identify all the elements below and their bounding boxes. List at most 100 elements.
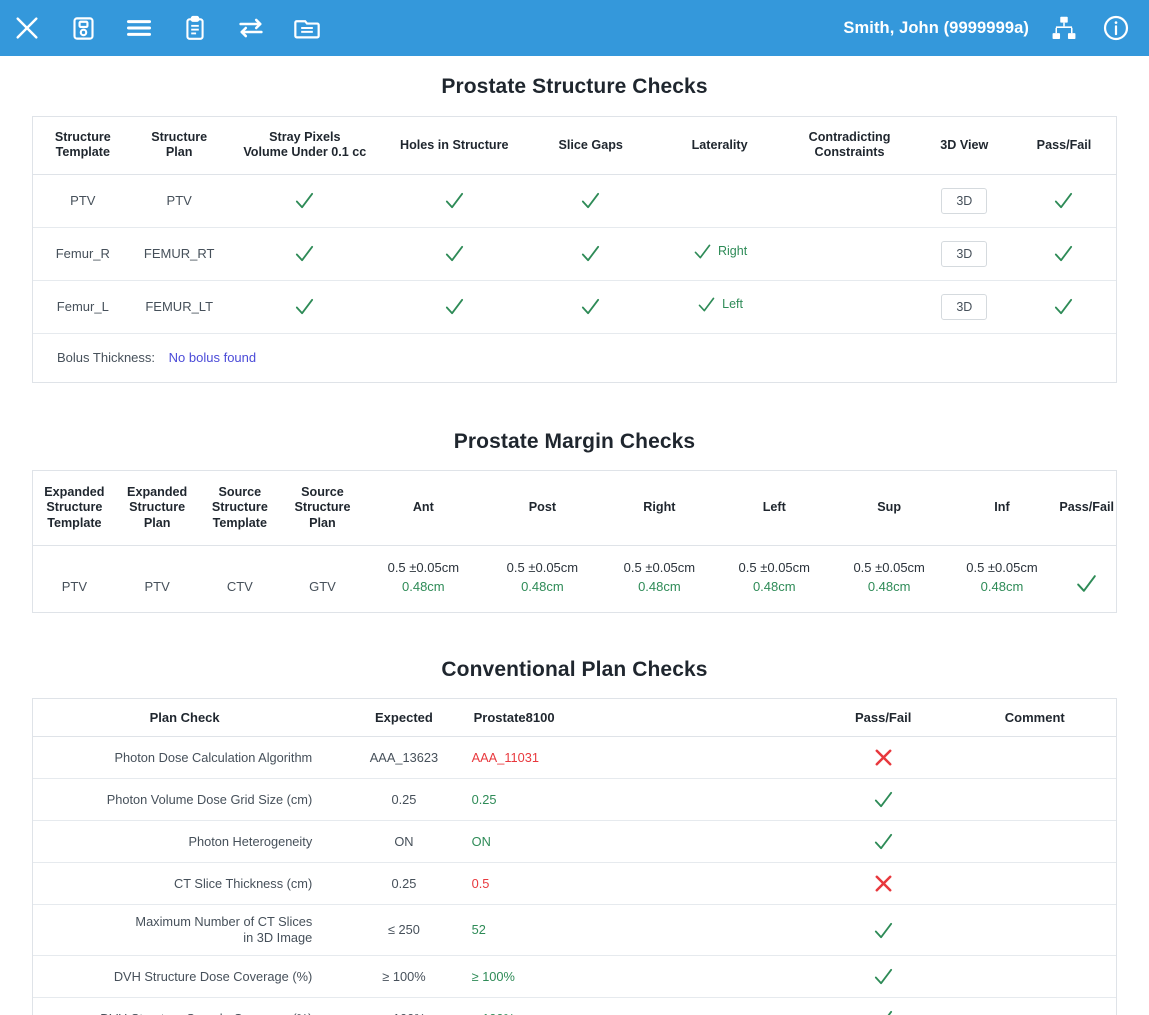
left-actual: 0.48cm [719,579,830,595]
view-3d-button[interactable]: 3D [941,294,987,320]
table-row: Photon Volume Dose Grid Size (cm) 0.25 0… [33,779,1116,821]
cell-expected: 0.25 [336,779,471,821]
right-actual: 0.48cm [604,579,715,595]
cell-comment [954,863,1116,905]
cell-contradicting [782,174,916,227]
cell-actual-value: ≥ 100% [472,956,813,998]
cell-3d-view[interactable]: 3D [917,174,1012,227]
pass-check-icon [872,965,895,988]
col-contradicting-constraints: ContradictingConstraints [782,117,916,174]
margin-checks-title: Prostate Margin Checks [0,430,1149,454]
network-icon[interactable] [1047,11,1081,45]
cell-source-template: CTV [199,546,282,612]
cell-plan-pass-fail [813,863,954,905]
col-structure-template: StructureTemplate [33,117,133,174]
col-pass-fail: Pass/Fail [1012,117,1116,174]
cell-actual-value: 0.5 [472,863,813,905]
pass-check-icon [872,919,895,942]
pass-check-icon [872,788,895,811]
cell-actual-value: 52 [472,905,813,956]
top-toolbar: Smith, John (9999999a) [0,0,1149,56]
close-icon[interactable] [10,11,44,45]
pass-check-icon [1052,189,1075,212]
table-row: Maximum Number of CT Slicesin 3D Image ≤… [33,905,1116,956]
ant-expected: 0.5 ±0.05cm [366,560,481,576]
col-inf: Inf [947,471,1058,546]
cell-plan-pass-fail [813,998,954,1015]
info-icon[interactable] [1099,11,1133,45]
table-row: CT Slice Thickness (cm) 0.25 0.5 [33,863,1116,905]
plan-checks-table: Plan Check Expected Prostate8100 Pass/Fa… [32,698,1117,1015]
margin-table-body: PTV PTV CTV GTV 0.5 ±0.05cm 0.48cm 0.5 ±… [33,546,1116,612]
view-3d-button[interactable]: 3D [941,241,987,267]
cell-left: 0.5 ±0.05cm 0.48cm [717,546,832,612]
cell-plan-pass-fail [813,956,954,998]
pass-check-icon [579,242,602,265]
table-row: Photon Dose Calculation Algorithm AAA_13… [33,737,1116,779]
ant-actual: 0.48cm [366,579,481,595]
cell-3d-view[interactable]: 3D [917,227,1012,280]
col-post: Post [483,471,602,546]
cell-actual-value: ≥ 100% [472,998,813,1015]
cell-slice-gaps [525,280,657,333]
col-source-structure-plan: SourceStructurePlan [281,471,364,546]
cell-laterality [657,174,783,227]
cell-holes [384,227,525,280]
pass-check-icon [293,242,316,265]
post-actual: 0.48cm [485,579,600,595]
save-icon[interactable] [66,11,100,45]
sup-actual: 0.48cm [834,579,945,595]
right-expected: 0.5 ±0.05cm [604,560,715,576]
menu-icon[interactable] [122,11,156,45]
col-ant: Ant [364,471,483,546]
cell-comment [954,821,1116,863]
cell-holes [384,280,525,333]
cell-ant: 0.5 ±0.05cm 0.48cm [364,546,483,612]
cell-right: 0.5 ±0.05cm 0.48cm [602,546,717,612]
cell-comment [954,905,1116,956]
plan-checks-title: Conventional Plan Checks [0,658,1149,682]
pass-check-icon [293,189,316,212]
fail-cross-icon [872,872,895,895]
cell-slice-gaps [525,174,657,227]
cell-contradicting [782,227,916,280]
cell-plan-pass-fail [813,737,954,779]
cell-pass-fail [1012,227,1116,280]
cell-comment [954,956,1116,998]
cell-sup: 0.5 ±0.05cm 0.48cm [832,546,947,612]
cell-post: 0.5 ±0.05cm 0.48cm [483,546,602,612]
cell-plan-check: CT Slice Thickness (cm) [33,863,336,905]
cell-actual-value: AAA_11031 [472,737,813,779]
cell-expected: ON [336,821,471,863]
col-stray-pixels: Stray PixelsVolume Under 0.1 cc [226,117,384,174]
col-sup: Sup [832,471,947,546]
cell-inf: 0.5 ±0.05cm 0.48cm [947,546,1058,612]
cell-expected: AAA_13623 [336,737,471,779]
cell-plan-check: DVH Structure Dose Coverage (%) [33,956,336,998]
cell-stray-pixels [226,174,384,227]
cell-expected: ≥ 100% [336,956,471,998]
cell-plan-check: Photon Volume Dose Grid Size (cm) [33,779,336,821]
cell-comment [954,998,1116,1015]
document-list-icon[interactable] [290,11,324,45]
clipboard-icon[interactable] [178,11,212,45]
sup-expected: 0.5 ±0.05cm [834,560,945,576]
col-holes-in-structure: Holes in Structure [384,117,525,174]
cell-actual-value: ON [472,821,813,863]
cell-plan-check: Photon Heterogeneity [33,821,336,863]
cell-3d-view[interactable]: 3D [917,280,1012,333]
pass-check-icon [443,295,466,318]
col-left: Left [717,471,832,546]
col-margin-pass-fail: Pass/Fail [1057,471,1116,546]
fail-cross-icon [872,746,895,769]
view-3d-button[interactable]: 3D [941,188,987,214]
col-plan-pass-fail: Pass/Fail [813,699,954,737]
table-row: PTV PTV 3D [33,174,1116,227]
plan-table-body: Photon Dose Calculation Algorithm AAA_13… [33,737,1116,1015]
toolbar-left-icons [10,11,324,45]
swap-arrows-icon[interactable] [234,11,268,45]
pass-check-icon [1052,295,1075,318]
col-comment: Comment [954,699,1116,737]
laterality-label: Left [722,297,743,313]
inf-actual: 0.48cm [949,579,1056,595]
